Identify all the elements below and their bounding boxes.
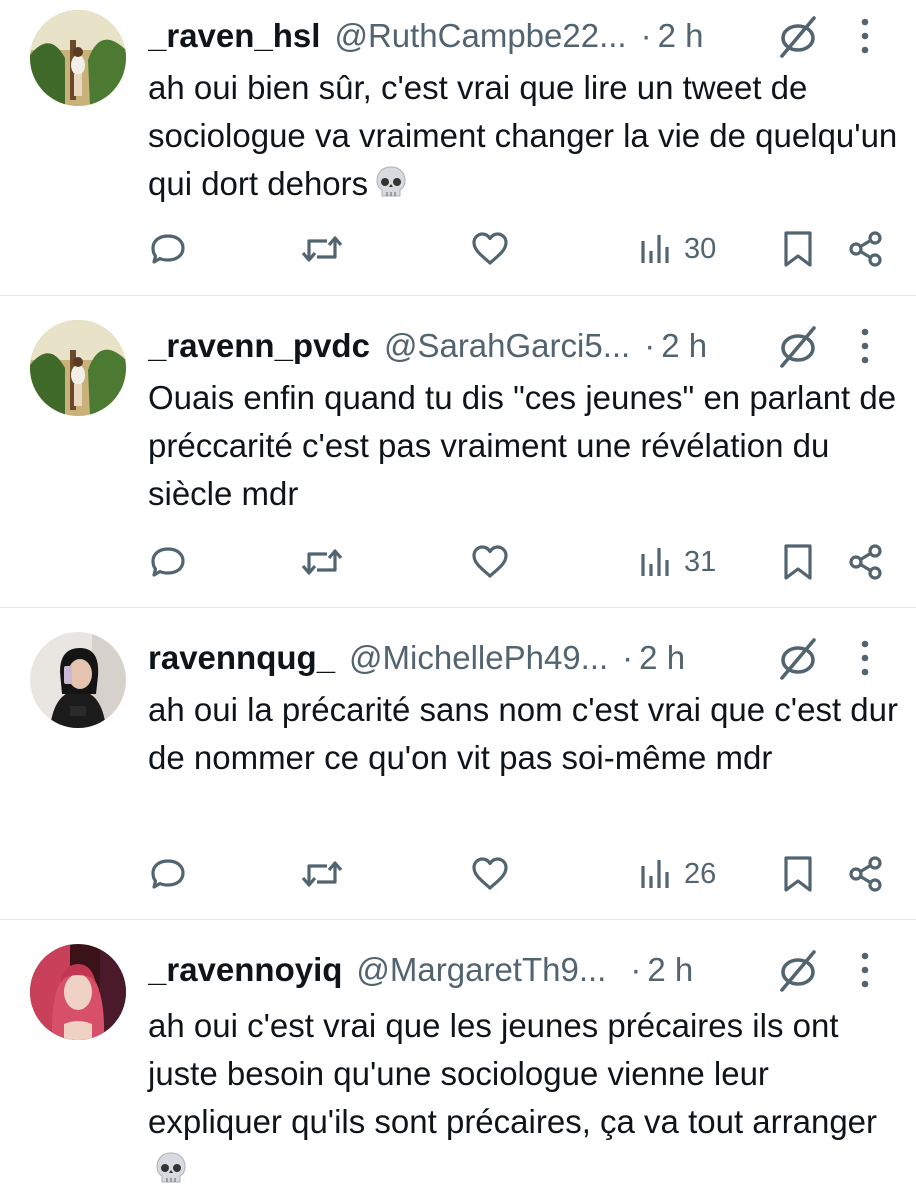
more-vertical-icon[interactable] [850,14,880,58]
bar-chart-icon [638,542,672,582]
bookmark-button[interactable] [780,850,816,898]
timestamp[interactable]: 2 h [647,946,693,994]
separator-dot: · [640,17,652,54]
bookmark-button[interactable] [780,225,816,273]
retweet-button[interactable] [300,850,344,898]
like-button[interactable] [470,538,510,586]
reply-feed: _raven_hsl @RuthCampbe22... · 2 h ah oui… [0,0,916,1200]
skull-emoji-icon [154,1151,188,1200]
avatar-photo [30,320,126,416]
tweet-text-body: ah oui bien sûr, c'est vrai que lire un … [148,69,898,202]
tweet-header: _ravennoyiq @MargaretTh9... · 2 h [148,946,768,994]
tweet-2[interactable]: _ravenn_pvdc @SarahGarci5... · 2 h Ouais… [0,310,916,608]
share-icon [846,229,886,269]
retweet-button[interactable] [300,538,344,586]
tweet-actions: 31 [0,538,916,586]
view-count: 26 [684,857,717,890]
skull-emoji-icon [374,165,408,214]
tweet-1[interactable]: _raven_hsl @RuthCampbe22... · 2 h ah oui… [0,0,916,296]
bookmark-icon [780,854,816,894]
avatar[interactable] [30,944,126,1040]
tweet-text-body: ah oui la précarité sans nom c'est vrai … [148,691,898,776]
view-count: 30 [684,232,717,265]
tweet-text: ah oui la précarité sans nom c'est vrai … [148,686,898,782]
tweet-header: ravennqug_ @MichellePh49... · 2 h [148,634,768,682]
tweet-3[interactable]: ravennqug_ @MichellePh49... · 2 h ah oui… [0,622,916,920]
bar-chart-icon [638,854,672,894]
separator-dot: · [622,639,634,676]
timestamp[interactable]: 2 h [658,12,704,60]
views-button[interactable]: 26 [638,850,716,898]
share-button[interactable] [846,538,886,586]
speech-bubble-icon [148,854,188,894]
speech-bubble-icon [148,542,188,582]
share-icon [846,854,886,894]
user-handle[interactable]: @RuthCampbe22... [334,12,626,60]
more-vertical-icon[interactable] [850,636,880,680]
heart-icon [470,854,510,894]
tweet-text-body: ah oui c'est vrai que les jeunes précair… [148,1007,878,1140]
reply-button[interactable] [148,538,188,586]
avatar[interactable] [30,320,126,416]
like-button[interactable] [470,225,510,273]
tweet-actions: 30 [0,225,916,273]
no-link-icon[interactable] [774,946,822,994]
views-button[interactable]: 31 [638,538,716,586]
heart-icon [470,542,510,582]
retweet-button[interactable] [300,225,344,273]
retweet-icon [300,854,344,894]
view-count: 31 [684,545,717,578]
display-name[interactable]: _raven_hsl [148,12,320,60]
avatar-photo [30,944,126,1040]
bar-chart-icon [638,229,672,269]
share-icon [846,542,886,582]
user-handle[interactable]: @SarahGarci5... [384,322,630,370]
tweet-text: ah oui c'est vrai que les jeunes précair… [148,1002,898,1200]
retweet-icon [300,542,344,582]
tweet-text: Ouais enfin quand tu dis "ces jeunes" en… [148,374,898,518]
heart-icon [470,229,510,269]
bookmark-icon [780,542,816,582]
tweet-actions: 26 [0,850,916,898]
display-name[interactable]: _ravenn_pvdc [148,322,370,370]
avatar[interactable] [30,632,126,728]
reply-button[interactable] [148,225,188,273]
timestamp[interactable]: 2 h [661,322,707,370]
speech-bubble-icon [148,229,188,269]
display-name[interactable]: _ravennoyiq [148,946,342,994]
avatar[interactable] [30,10,126,106]
display-name[interactable]: ravennqug_ [148,634,335,682]
share-button[interactable] [846,850,886,898]
timestamp[interactable]: 2 h [639,634,685,682]
user-handle[interactable]: @MichellePh49... [349,634,608,682]
tweet-text-body: Ouais enfin quand tu dis "ces jeunes" en… [148,379,897,512]
avatar-photo [30,632,126,728]
retweet-icon [300,229,344,269]
bookmark-button[interactable] [780,538,816,586]
no-link-icon[interactable] [774,322,822,370]
tweet-header: _raven_hsl @RuthCampbe22... · 2 h [148,12,768,60]
like-button[interactable] [470,850,510,898]
reply-button[interactable] [148,850,188,898]
share-button[interactable] [846,225,886,273]
separator-dot: · [630,951,642,988]
no-link-icon[interactable] [774,634,822,682]
avatar-photo [30,10,126,106]
more-vertical-icon[interactable] [850,324,880,368]
tweet-4[interactable]: _ravennoyiq @MargaretTh9... · 2 h ah oui… [0,934,916,1200]
more-vertical-icon[interactable] [850,948,880,992]
no-link-icon[interactable] [774,12,822,60]
user-handle[interactable]: @MargaretTh9... [356,946,606,994]
separator-dot: · [644,327,656,364]
bookmark-icon [780,229,816,269]
views-button[interactable]: 30 [638,225,716,273]
tweet-header: _ravenn_pvdc @SarahGarci5... · 2 h [148,322,768,370]
tweet-text: ah oui bien sûr, c'est vrai que lire un … [148,64,898,214]
